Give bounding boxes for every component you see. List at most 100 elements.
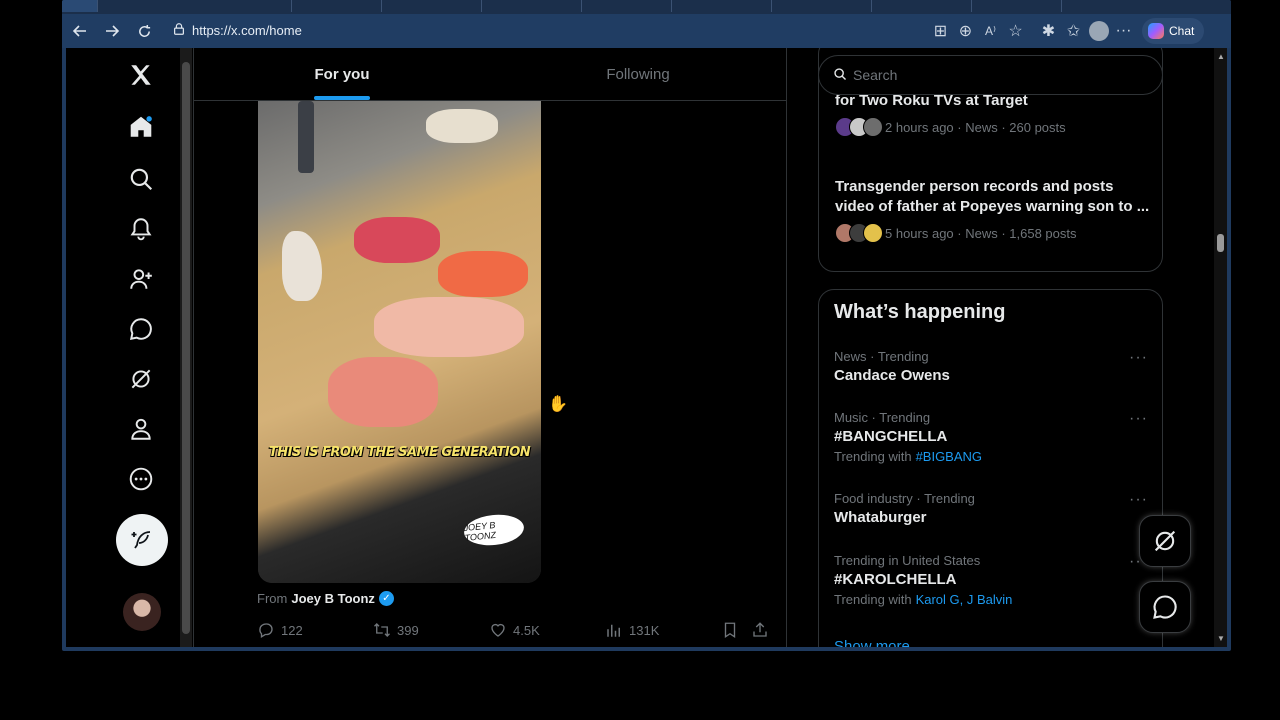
- browser-tab[interactable]: [872, 0, 972, 12]
- repost-button[interactable]: 399: [373, 621, 419, 639]
- favorite-button[interactable]: ☆: [1003, 16, 1028, 46]
- post-button[interactable]: [116, 514, 168, 566]
- more-menu-button[interactable]: ···: [1111, 16, 1136, 46]
- back-button[interactable]: [64, 16, 96, 46]
- refresh-button[interactable]: [128, 16, 160, 46]
- home-icon: [130, 116, 152, 137]
- trend-item[interactable]: Food industry · Trending Whataburger ···: [834, 491, 1154, 526]
- nav-follow[interactable]: [126, 264, 156, 294]
- more-dots-icon[interactable]: ···: [1129, 349, 1148, 367]
- read-aloud-button[interactable]: A⁾: [978, 16, 1003, 46]
- zoom-button[interactable]: ⊕: [953, 16, 978, 46]
- news-item[interactable]: Transgender person records and posts vid…: [835, 177, 1155, 243]
- forward-button[interactable]: [96, 16, 128, 46]
- messages-floating-button[interactable]: [1139, 581, 1191, 633]
- zoom-icon: ⊕: [958, 23, 973, 40]
- apps-button[interactable]: ⊞: [928, 16, 953, 46]
- scroll-up-icon[interactable]: ▲: [1217, 52, 1225, 61]
- video-object: [438, 251, 528, 297]
- like-button[interactable]: 4.5K: [489, 621, 540, 639]
- x-logo-link[interactable]: [126, 60, 156, 90]
- browser-right-tools: ⊞ ⊕ A⁾ ☆ ✱ ✩ ··· Chat: [928, 14, 1205, 48]
- trending-with: Trending with #BIGBANG: [834, 449, 1154, 464]
- bookmark-button[interactable]: [721, 621, 739, 639]
- bar-chart-icon: [607, 624, 620, 637]
- nav-grok[interactable]: [126, 364, 156, 394]
- x-logo-icon: [131, 65, 151, 85]
- reply-count: 122: [281, 622, 303, 638]
- browser-tab[interactable]: [672, 0, 772, 12]
- browser-tab[interactable]: [772, 0, 872, 12]
- browser-tab[interactable]: [582, 0, 672, 12]
- share-button[interactable]: [751, 621, 769, 639]
- nav-messages[interactable]: [126, 314, 156, 344]
- more-dots-icon[interactable]: ···: [1129, 410, 1148, 428]
- trend-item[interactable]: Trending in United States #KAROLCHELLA T…: [834, 553, 1154, 607]
- video-object: [374, 297, 524, 357]
- search-input[interactable]: Search: [853, 67, 897, 83]
- verified-badge-icon: ✓: [378, 591, 394, 606]
- panel-title: What’s happening: [834, 301, 1006, 323]
- bookmark-icon: [724, 622, 736, 639]
- nav-notifications[interactable]: [126, 214, 156, 244]
- scroll-down-icon[interactable]: ▼: [1217, 634, 1225, 643]
- favorites-list-button[interactable]: ✩: [1061, 16, 1086, 46]
- extensions-button[interactable]: ✱: [1036, 16, 1061, 46]
- account-avatar[interactable]: [123, 593, 161, 631]
- search-icon: [833, 67, 847, 84]
- page-scrollbar[interactable]: ▲ ▼: [1214, 48, 1227, 647]
- read-aloud-icon: A⁾: [985, 24, 996, 38]
- profile-avatar-icon: [1088, 21, 1109, 41]
- grok-icon: [131, 369, 151, 389]
- tab-following[interactable]: Following: [490, 48, 786, 100]
- more-dots-icon: ···: [1115, 22, 1132, 39]
- address-bar[interactable]: https://x.com/home: [162, 16, 952, 44]
- video-source: From Joey B Toonz ✓: [257, 591, 394, 606]
- trend-item[interactable]: News · Trending Candace Owens ···: [834, 349, 1154, 384]
- trend-name: #BANGCHELLA: [834, 428, 948, 445]
- trending-with-link[interactable]: Karol G, J Balvin: [916, 592, 1013, 607]
- trend-item[interactable]: Music · Trending #BANGCHELLA Trending wi…: [834, 410, 1154, 464]
- browser-tab[interactable]: [382, 0, 482, 12]
- nav-home[interactable]: [126, 112, 156, 142]
- more-circle-icon: [129, 467, 153, 491]
- views-button[interactable]: 131K: [605, 621, 659, 639]
- video-object: [298, 101, 314, 173]
- video-caption: THIS IS FROM THE SAME GENERATION: [268, 445, 531, 460]
- nav-more[interactable]: [126, 464, 156, 494]
- trending-with-link[interactable]: #BIGBANG: [916, 449, 982, 464]
- browser-tab[interactable]: [192, 0, 292, 12]
- more-dots-icon[interactable]: ···: [1129, 491, 1148, 509]
- lock-icon: [172, 22, 186, 39]
- browser-tab[interactable]: [292, 0, 382, 12]
- repost-icon: [374, 623, 390, 637]
- person-icon: [131, 418, 151, 440]
- show-more-link[interactable]: Show more: [834, 638, 910, 647]
- search-box[interactable]: Search: [818, 55, 1163, 95]
- grok-floating-button[interactable]: [1139, 515, 1191, 567]
- trending-with-label: Trending with: [834, 449, 912, 464]
- nav-scrollbar[interactable]: [180, 48, 192, 647]
- source-author-link[interactable]: Joey B Toonz: [291, 591, 375, 606]
- video-object: [354, 217, 440, 263]
- scroll-thumb[interactable]: [182, 62, 190, 634]
- reply-button[interactable]: 122: [257, 621, 303, 639]
- browser-tab[interactable]: [972, 0, 1062, 12]
- reply-icon: [259, 623, 273, 638]
- profile-button[interactable]: [1086, 16, 1111, 46]
- browser-tab[interactable]: [482, 0, 582, 12]
- url-text: https://x.com/home: [192, 22, 302, 38]
- feed-tabs: For you Following: [194, 48, 786, 101]
- share-icon: [753, 622, 767, 637]
- copilot-chat-button[interactable]: Chat: [1142, 18, 1205, 44]
- nav-profile[interactable]: [126, 414, 156, 444]
- trend-context: News · Trending: [834, 349, 929, 364]
- like-count: 4.5K: [513, 622, 540, 638]
- avatar: [863, 223, 883, 243]
- browser-tab[interactable]: [62, 0, 98, 12]
- tab-for-you[interactable]: For you: [194, 48, 490, 100]
- nav-explore[interactable]: [126, 164, 156, 194]
- trend-name: #KAROLCHELLA: [834, 571, 957, 588]
- scroll-thumb[interactable]: [1217, 234, 1224, 252]
- post-video[interactable]: THIS IS FROM THE SAME GENERATION JOEY B …: [258, 101, 541, 583]
